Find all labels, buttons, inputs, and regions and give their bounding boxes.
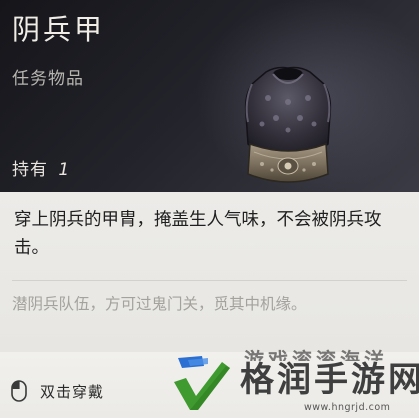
item-name: 阴兵甲 bbox=[12, 13, 106, 46]
owned-label: 持有 bbox=[12, 160, 48, 180]
owned-count-row: 持有 1 bbox=[12, 155, 70, 180]
mouse-icon bbox=[11, 380, 27, 402]
owned-count: 1 bbox=[58, 160, 71, 180]
item-header: 阴兵甲 任务物品 持有 1 bbox=[0, 0, 419, 192]
checkmark-logo-icon bbox=[174, 356, 230, 410]
item-category: 任务物品 bbox=[12, 69, 84, 89]
equip-label: 双击穿戴 bbox=[40, 382, 105, 401]
equip-action[interactable]: 双击穿戴 bbox=[10, 378, 104, 404]
divider bbox=[12, 280, 407, 281]
armor-vest-icon bbox=[244, 66, 332, 183]
watermark: 游戏滚滚海洋 格润手游网 www.hngrjd.com bbox=[158, 344, 419, 418]
watermark-url: www.hngrjd.com bbox=[304, 402, 391, 413]
item-lore: 潜阴兵队伍，方可过鬼门关，觅其中机缘。 bbox=[12, 295, 307, 313]
item-detail-card: 阴兵甲 任务物品 持有 1 穿上阴兵的甲胄，掩盖生人气味，不会被阴兵攻击。 潜阴… bbox=[0, 0, 419, 418]
item-description: 穿上阴兵的甲胄，掩盖生人气味，不会被阴兵攻击。 bbox=[14, 210, 382, 258]
watermark-name: 格润手游网 bbox=[240, 360, 419, 400]
watermark-top-text: 游戏滚滚海洋 bbox=[244, 348, 388, 361]
